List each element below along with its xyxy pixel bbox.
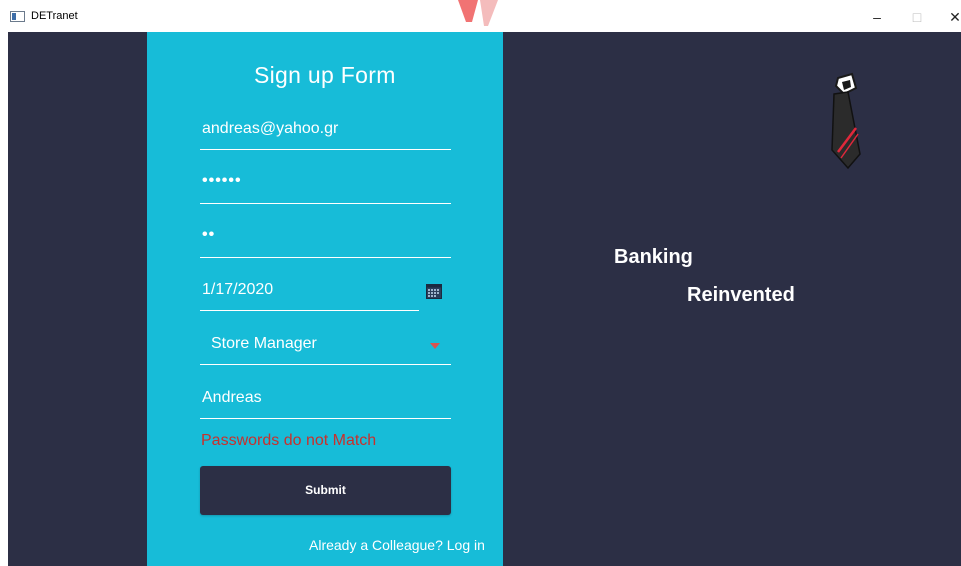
app-window-icon [10,11,25,22]
title-bar: DETranet – □ ✕ [0,0,961,32]
password-mask: •••••• [202,172,242,189]
confirm-password-field[interactable]: •• [200,222,451,258]
chevron-down-icon[interactable] [430,343,440,349]
password-mismatch-error: Passwords do not Match [201,432,377,449]
date-value: 1/17/2020 [202,281,274,298]
left-dark-strip [8,32,147,566]
field-underline [200,310,419,311]
login-link[interactable]: Already a Colleague? Log in [309,537,485,553]
tagline-banking: Banking [614,246,693,268]
tagline-reinvented: Reinvented [687,284,795,306]
confirm-password-mask: •• [202,226,216,243]
role-selected: Store Manager [211,335,317,352]
field-underline [200,364,451,365]
password-field[interactable]: •••••• [200,168,451,204]
field-underline [200,149,451,150]
window-title: DETranet [31,10,78,22]
field-underline [200,257,451,258]
brand-accent-mark [458,0,498,26]
submit-button[interactable]: Submit [200,466,451,515]
email-value: andreas@yahoo.gr [202,120,339,137]
close-button[interactable]: ✕ [940,6,961,28]
date-picker-field[interactable]: 1/17/2020 [200,275,419,311]
role-dropdown[interactable]: Store Manager [200,329,451,365]
minimize-button[interactable]: – [862,6,892,28]
name-field[interactable]: Andreas [200,383,451,419]
calendar-icon[interactable] [426,283,442,299]
tie-logo-icon [831,72,861,170]
form-title: Sign up Form [254,62,396,88]
email-field[interactable]: andreas@yahoo.gr [200,114,451,150]
field-underline [200,418,451,419]
name-value: Andreas [202,389,262,406]
maximize-button[interactable]: □ [902,6,932,28]
field-underline [200,203,451,204]
